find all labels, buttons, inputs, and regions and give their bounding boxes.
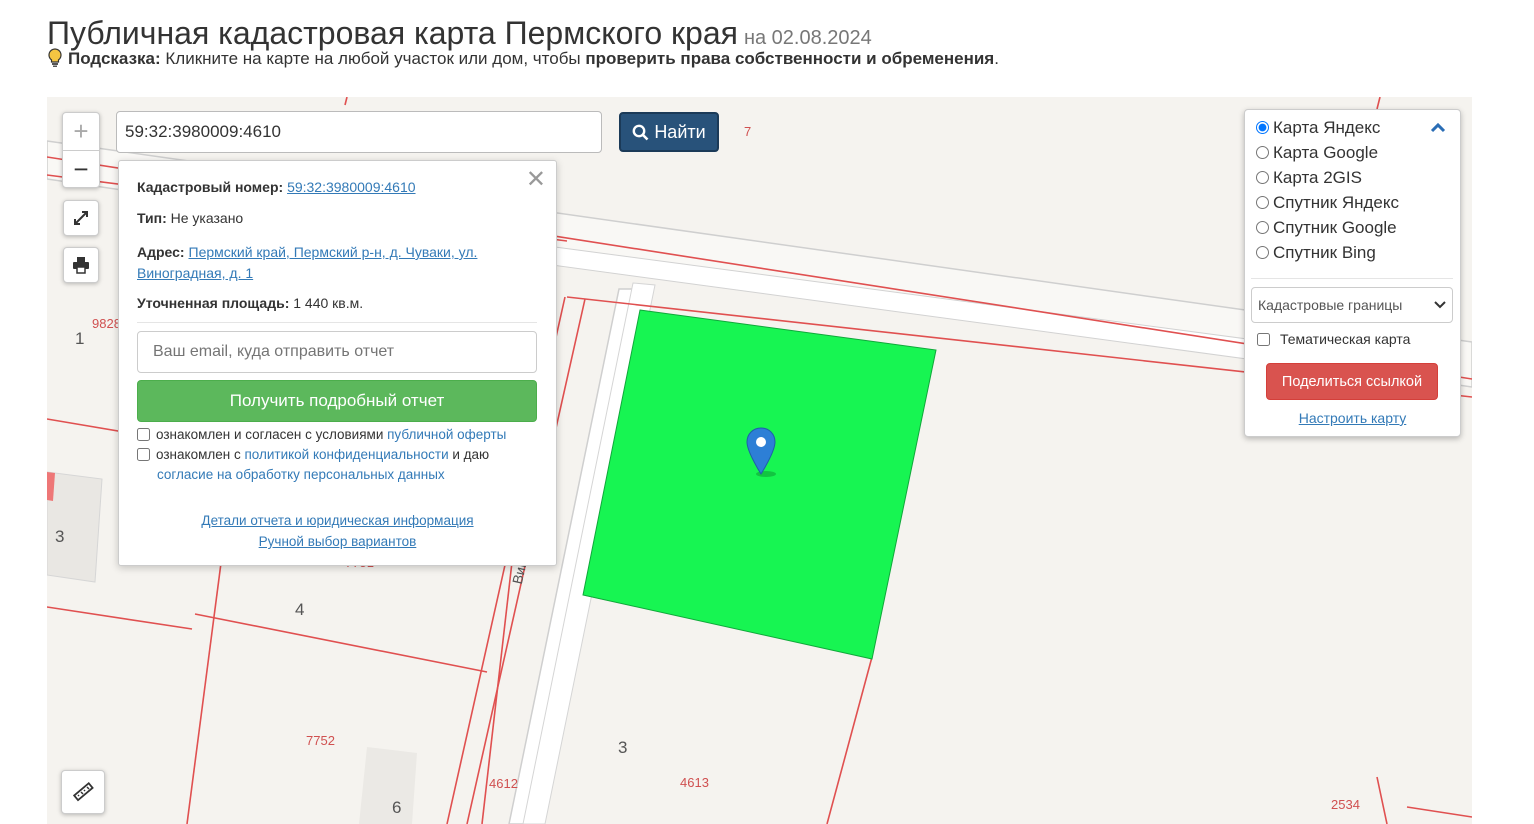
layer-option-label: Спутник Google xyxy=(1273,218,1397,237)
type-label: Тип: xyxy=(137,210,167,226)
privacy-text-2: и даю xyxy=(448,447,490,462)
type-value: Не указано xyxy=(170,210,244,226)
chevron-down-icon xyxy=(1434,301,1446,309)
map-label: 2534 xyxy=(1331,797,1360,812)
page-title: Публичная кадастровая карта Пермского кр… xyxy=(47,15,872,52)
layer-option-yandex-satellite[interactable]: Спутник Яндекс xyxy=(1256,193,1399,213)
page-date: на 02.08.2024 xyxy=(743,27,872,50)
layer-option-bing-satellite[interactable]: Спутник Bing xyxy=(1256,243,1376,263)
hint-text: Кликните на карте на любой участок или д… xyxy=(160,49,586,68)
zoom-control: + − xyxy=(62,112,100,188)
address-row: Адрес: Пермский край, Пермский р-н, д. Ч… xyxy=(137,242,477,284)
manual-link-row: Ручной выбор вариантов xyxy=(119,534,556,549)
zoom-in-button[interactable]: + xyxy=(63,113,99,151)
share-link-button[interactable]: Поделиться ссылкой xyxy=(1266,363,1438,400)
hint-line: Подсказка: Кликните на карте на любой уч… xyxy=(48,48,999,69)
map-label: 4613 xyxy=(680,775,709,790)
thematic-label: Тематическая карта xyxy=(1280,331,1411,347)
layer-radio[interactable] xyxy=(1256,221,1269,234)
layer-radio[interactable] xyxy=(1256,196,1269,209)
divider xyxy=(137,322,537,323)
offer-text: ознакомлен и согласен с условиями xyxy=(156,427,388,442)
map-label: 3 xyxy=(618,738,628,757)
layer-radio[interactable] xyxy=(1256,171,1269,184)
hint-end: . xyxy=(994,49,999,68)
privacy-agreement: ознакомлен с политикой конфиденциальност… xyxy=(137,445,489,485)
privacy-link[interactable]: политикой конфиденциальности xyxy=(244,447,448,462)
offer-agreement: ознакомлен и согласен с условиями публич… xyxy=(137,425,506,445)
map-label: 4612 xyxy=(489,776,518,791)
layer-option-2gis-map[interactable]: Карта 2GIS xyxy=(1256,168,1362,188)
layer-radio[interactable] xyxy=(1256,121,1269,134)
page-title-text: Публичная кадастровая карта Пермского кр… xyxy=(47,15,738,52)
parcel-info-popup: ✕ Кадастровый номер: 59:32:3980009:4610 … xyxy=(118,160,557,566)
email-field[interactable] xyxy=(137,331,537,373)
privacy-text: ознакомлен с xyxy=(156,447,245,462)
type-row: Тип: Не указано xyxy=(137,210,243,226)
address-label: Адрес: xyxy=(137,244,185,260)
offer-checkbox[interactable] xyxy=(137,428,150,441)
details-link-row: Детали отчета и юридическая информация xyxy=(119,513,556,528)
area-label: Уточненная площадь: xyxy=(137,295,290,311)
overlay-select[interactable]: Кадастровые границы xyxy=(1251,287,1453,323)
cadastral-number-row: Кадастровый номер: 59:32:3980009:4610 xyxy=(137,179,416,195)
map-label: 3 xyxy=(55,527,65,546)
overlay-select-value: Кадастровые границы xyxy=(1258,297,1403,313)
address-link[interactable]: Пермский край, Пермский р-н, д. Чуваки, … xyxy=(137,244,477,281)
map-marker-icon[interactable] xyxy=(744,426,778,483)
zoom-out-button[interactable]: − xyxy=(63,151,99,188)
map-label: 4 xyxy=(295,600,305,619)
layer-option-label: Карта Google xyxy=(1273,143,1379,162)
area-value: 1 440 кв.м. xyxy=(293,295,364,311)
chevron-up-icon[interactable] xyxy=(1430,120,1446,138)
get-report-button[interactable]: Получить подробный отчет xyxy=(137,380,537,422)
layer-radio[interactable] xyxy=(1256,146,1269,159)
map-canvas[interactable]: 7 9828 1 3 4 7751 7752 3 4612 4613 6 253… xyxy=(47,97,1472,824)
area-row: Уточненная площадь: 1 440 кв.м. xyxy=(137,295,363,311)
printer-icon xyxy=(73,257,89,274)
thematic-checkbox[interactable] xyxy=(1257,333,1270,346)
map-label: 9828 xyxy=(92,316,121,331)
map-label: 7 xyxy=(744,124,752,139)
print-button[interactable] xyxy=(63,247,99,283)
privacy-checkbox[interactable] xyxy=(137,448,150,461)
fullscreen-button[interactable] xyxy=(63,200,99,236)
map-label: 1 xyxy=(75,329,85,348)
details-link[interactable]: Детали отчета и юридическая информация xyxy=(201,513,473,528)
manual-selection-link[interactable]: Ручной выбор вариантов xyxy=(259,534,417,549)
cadastral-number-link[interactable]: 59:32:3980009:4610 xyxy=(287,179,415,195)
map-label: 7752 xyxy=(306,733,335,748)
map-label: 6 xyxy=(392,798,402,817)
consent-link[interactable]: согласие на обработку персональных данны… xyxy=(157,467,445,482)
cadastral-number-label: Кадастровый номер: xyxy=(137,179,284,195)
close-icon[interactable]: ✕ xyxy=(526,165,546,194)
lightbulb-icon xyxy=(48,48,62,68)
layer-option-label: Карта Яндекс xyxy=(1273,118,1381,137)
selected-parcel[interactable] xyxy=(582,309,937,660)
layer-option-label: Карта 2GIS xyxy=(1273,168,1362,187)
search-icon xyxy=(632,124,649,140)
configure-map-link[interactable]: Настроить карту xyxy=(1245,410,1460,426)
layer-option-google-satellite[interactable]: Спутник Google xyxy=(1256,218,1397,238)
layer-option-label: Спутник Bing xyxy=(1273,243,1376,262)
thematic-map-toggle[interactable]: Тематическая карта xyxy=(1257,331,1410,347)
search-input[interactable] xyxy=(116,111,602,153)
divider xyxy=(1251,278,1453,279)
address-line-1: Пермский край, Пермский р-н, д. Чуваки, … xyxy=(188,244,478,260)
address-line-2: Виноградная, д. 1 xyxy=(137,265,254,281)
layers-panel: Карта Яндекс Карта Google Карта 2GIS Спу… xyxy=(1244,109,1461,437)
hint-label: Подсказка: xyxy=(68,49,161,68)
layer-option-label: Спутник Яндекс xyxy=(1273,193,1399,212)
ruler-button[interactable] xyxy=(61,770,105,814)
search-button[interactable]: Найти xyxy=(619,112,719,152)
ruler-icon xyxy=(72,782,94,802)
hint-emphasis: проверить права собственности и обремене… xyxy=(585,49,995,68)
layer-option-yandex-map[interactable]: Карта Яндекс xyxy=(1256,118,1380,138)
layer-radio[interactable] xyxy=(1256,246,1269,259)
offer-link[interactable]: публичной оферты xyxy=(387,427,506,442)
search-button-label: Найти xyxy=(654,121,706,142)
layer-option-google-map[interactable]: Карта Google xyxy=(1256,143,1378,163)
expand-icon xyxy=(74,211,88,225)
